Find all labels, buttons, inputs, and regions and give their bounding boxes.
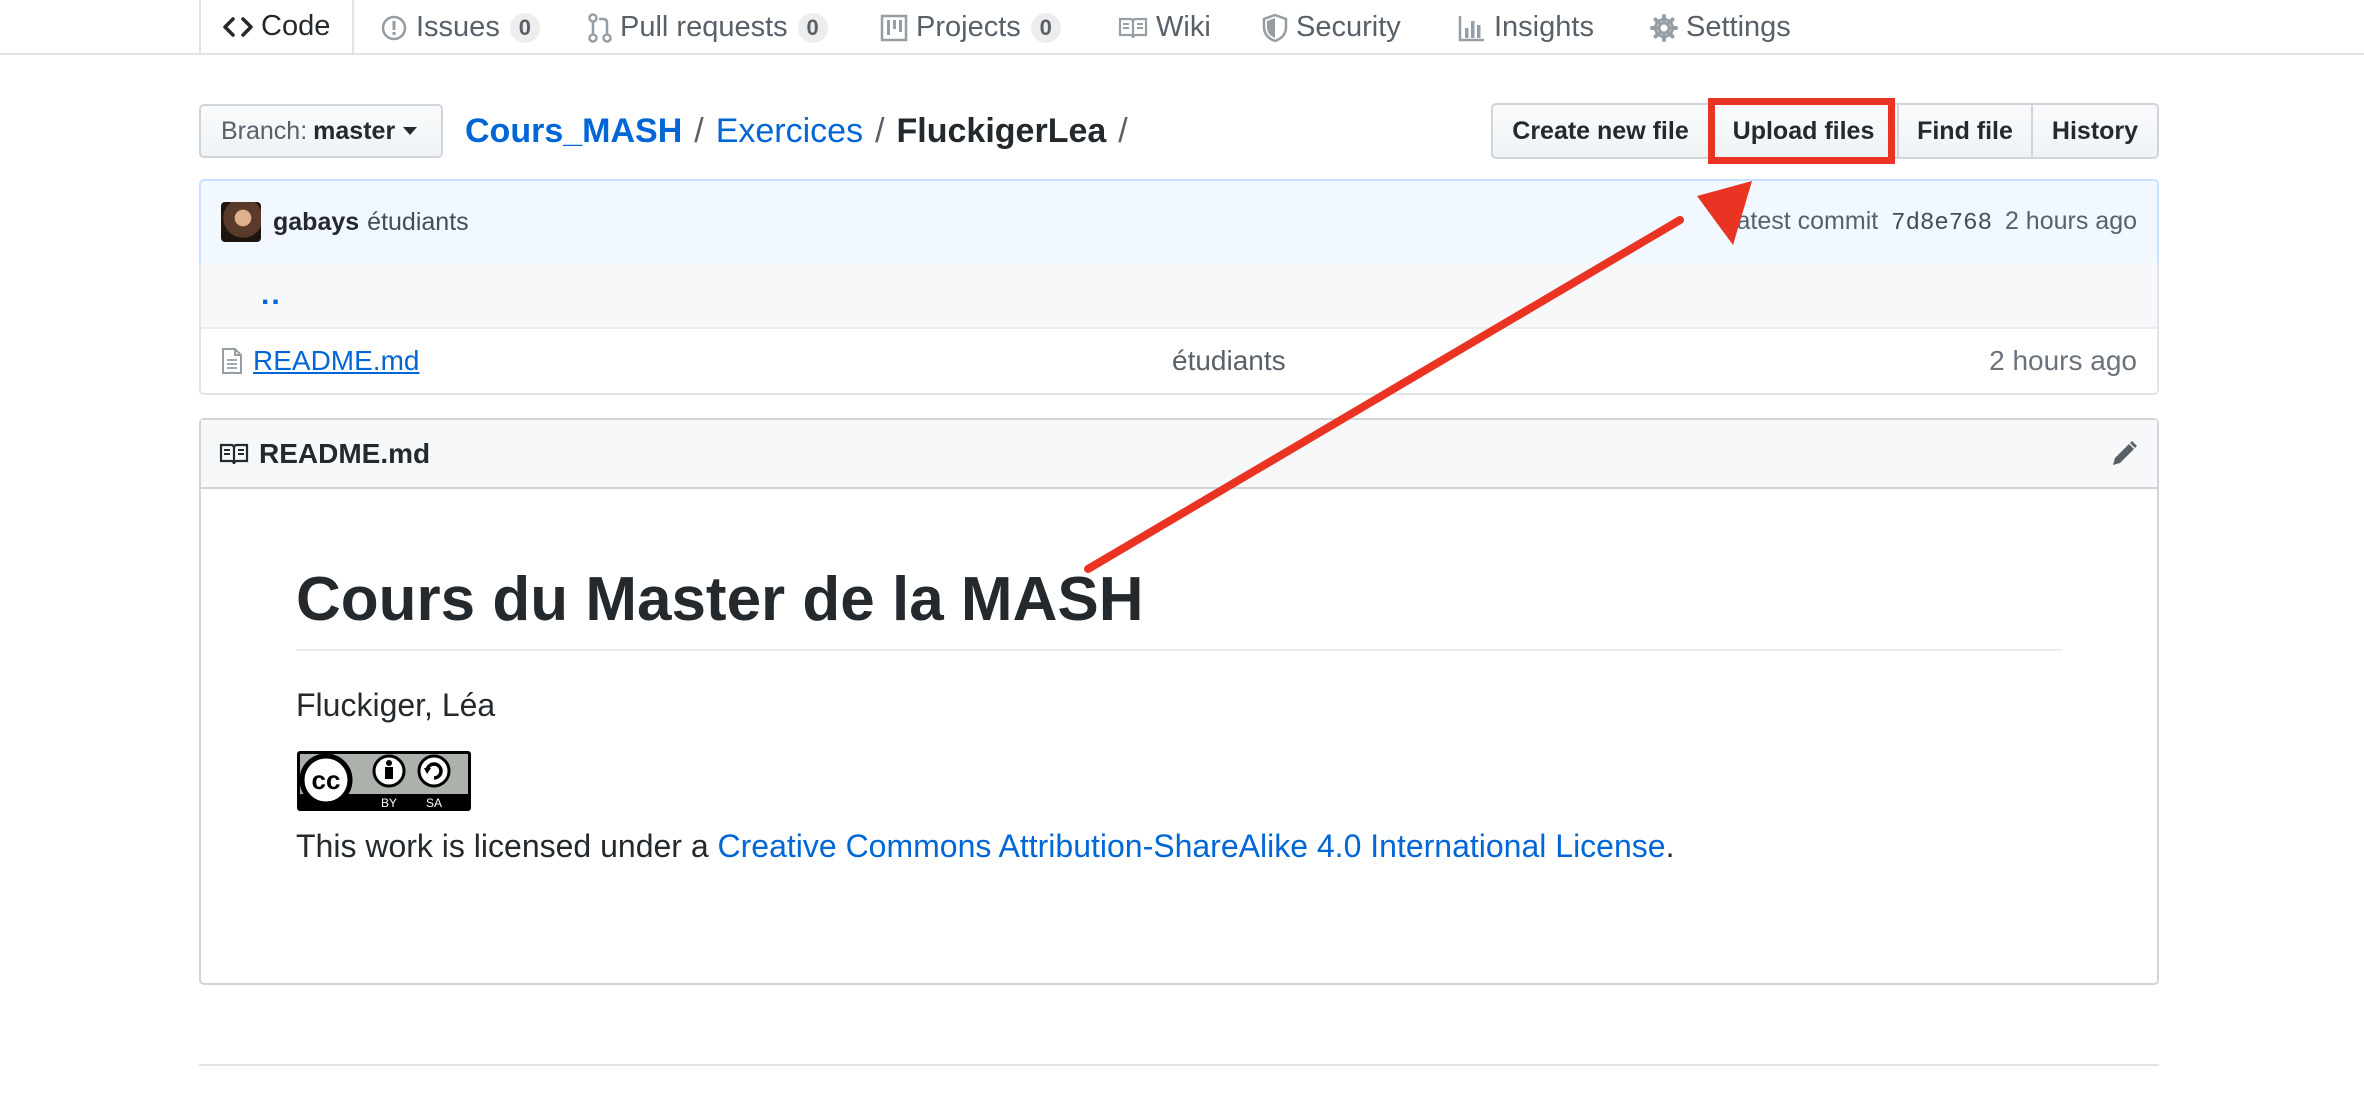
tab-label: Insights: [1494, 11, 1594, 43]
create-new-file-button[interactable]: Create new file: [1491, 103, 1710, 159]
branch-label: Branch:: [221, 116, 308, 145]
pencil-icon[interactable]: [2109, 439, 2139, 469]
parent-directory-link[interactable]: ..: [261, 280, 282, 310]
pull-requests-counter: 0: [797, 12, 828, 43]
tab-label: Wiki: [1156, 11, 1211, 43]
license-paragraph: This work is licensed under a Creative C…: [296, 828, 2062, 865]
file-commit-message[interactable]: étudiants: [1172, 345, 1286, 377]
history-button[interactable]: History: [2031, 103, 2159, 159]
parent-directory-row[interactable]: ..: [201, 263, 2157, 329]
table-row: README.md étudiants 2 hours ago: [201, 329, 2157, 393]
pull-request-icon: [588, 12, 612, 43]
find-file-button[interactable]: Find file: [1897, 103, 2033, 159]
cc-by-sa-license-badge[interactable]: cc BY SA: [296, 750, 472, 812]
file-age: 2 hours ago: [1989, 345, 2137, 376]
tab-projects[interactable]: Projects 0: [880, 0, 1061, 55]
tab-label: Pull requests: [620, 11, 788, 43]
branch-name: master: [313, 116, 396, 145]
annotation-highlight-box: [1708, 98, 1895, 164]
tab-security[interactable]: Security: [1262, 0, 1401, 55]
book-icon: [219, 442, 249, 466]
book-icon: [1118, 16, 1148, 40]
file-table: .. README.md étudiants 2 hours ago: [199, 263, 2159, 395]
breadcrumb-repo-link[interactable]: Cours_MASH: [465, 112, 682, 151]
by-text: BY: [381, 796, 397, 810]
tab-pull-requests[interactable]: Pull requests 0: [588, 0, 828, 55]
tab-settings[interactable]: Settings: [1650, 0, 1791, 55]
shield-icon: [1262, 13, 1288, 43]
tab-label: Settings: [1686, 11, 1791, 43]
readme-box: README.md Cours du Master de la MASH Flu…: [199, 418, 2159, 985]
sa-text: SA: [426, 796, 442, 810]
branch-selector-button[interactable]: Branch: master: [199, 104, 443, 158]
tab-issues[interactable]: Issues 0: [380, 0, 540, 55]
commit-sha[interactable]: 7d8e768: [1891, 210, 1992, 237]
breadcrumb-folder-link[interactable]: Exercices: [716, 112, 863, 151]
breadcrumb: Cours_MASH / Exercices / FluckigerLea /: [465, 106, 1140, 156]
readme-content: Cours du Master de la MASH Fluckiger, Lé…: [201, 569, 2157, 865]
license-prefix: This work is licensed under a: [296, 828, 709, 864]
projects-counter: 0: [1030, 12, 1061, 43]
tab-label: Code: [261, 10, 331, 42]
tab-code[interactable]: Code: [199, 0, 355, 53]
tab-label: Security: [1296, 11, 1401, 43]
breadcrumb-separator: /: [694, 111, 704, 150]
latest-commit-label: Latest commit: [1722, 207, 1879, 235]
breadcrumb-separator: /: [875, 111, 885, 150]
latest-commit-bar: gabays étudiants Latest commit 7d8e768 2…: [199, 179, 2159, 265]
commit-message[interactable]: étudiants: [367, 208, 468, 237]
license-suffix: .: [1665, 828, 1675, 864]
readme-filename: README.md: [259, 437, 431, 469]
breadcrumb-current: FluckigerLea: [896, 111, 1107, 150]
commit-author[interactable]: gabays: [273, 208, 359, 237]
chevron-down-icon: [403, 127, 418, 135]
license-link[interactable]: Creative Commons Attribution-ShareAlike …: [718, 828, 1666, 864]
commit-meta: Latest commit 7d8e768 2 hours ago: [1723, 207, 2137, 237]
code-icon: [223, 15, 253, 39]
issues-counter: 0: [509, 12, 540, 43]
repo-nav: Code Issues 0 Pull requests 0 Projects 0…: [0, 0, 2364, 55]
readme-author: Fluckiger, Léa: [296, 687, 496, 723]
tab-insights[interactable]: Insights: [1458, 0, 1594, 55]
readme-header: README.md: [201, 420, 2157, 489]
tab-wiki[interactable]: Wiki: [1118, 0, 1211, 55]
breadcrumb-separator: /: [1118, 111, 1128, 150]
avatar[interactable]: [221, 202, 261, 242]
gear-icon: [1650, 13, 1678, 42]
commit-age: 2 hours ago: [2004, 207, 2137, 235]
file-icon: [221, 347, 243, 375]
footer-divider: [199, 1064, 2159, 1066]
readme-title: Cours du Master de la MASH: [296, 569, 2062, 651]
file-name-link[interactable]: README.md: [253, 345, 419, 377]
tab-label: Issues: [416, 11, 500, 43]
graph-icon: [1458, 14, 1486, 42]
cc-text: cc: [312, 765, 341, 795]
issue-icon: [380, 14, 408, 42]
tab-label: Projects: [916, 11, 1021, 43]
project-icon: [880, 14, 908, 42]
